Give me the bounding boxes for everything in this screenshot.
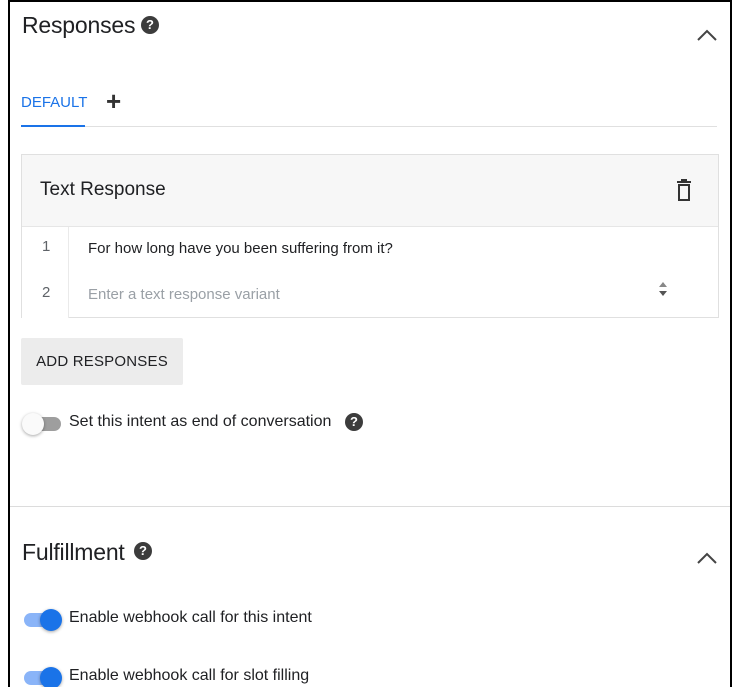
resize-stepper-icon[interactable] [658, 281, 668, 297]
chevron-up-icon[interactable] [696, 28, 718, 42]
text-response-title: Text Response [40, 179, 166, 200]
row-number: 1 [42, 238, 51, 255]
section-divider [10, 506, 730, 507]
chevron-up-icon[interactable] [696, 551, 718, 565]
help-circle-icon[interactable]: ? [134, 542, 152, 560]
help-circle-icon[interactable]: ? [345, 413, 363, 431]
response-variant-input[interactable]: Enter a text response variant [88, 286, 280, 303]
response-variant-text[interactable]: For how long have you been suffering fro… [88, 240, 393, 257]
webhook-intent-label: Enable webhook call for this intent [69, 609, 312, 626]
row-number: 2 [42, 284, 51, 301]
tab-default-underline [21, 125, 85, 127]
text-response-card: Text Response 1 For how long have you be… [21, 154, 719, 318]
tab-bar-divider [85, 126, 717, 127]
intent-editor-panel: Responses ? DEFAULT + Text Response 1 Fo… [8, 0, 732, 687]
trash-icon[interactable] [676, 179, 692, 201]
webhook-intent-toggle-knob[interactable] [40, 609, 62, 631]
responses-title: Responses [22, 12, 136, 38]
plus-icon[interactable]: + [106, 88, 121, 114]
end-conversation-toggle-knob[interactable] [22, 413, 44, 435]
tab-default[interactable]: DEFAULT [21, 94, 87, 111]
help-circle-icon[interactable]: ? [141, 16, 159, 34]
webhook-slot-label: Enable webhook call for slot filling [69, 667, 310, 684]
fulfillment-title: Fulfillment [22, 539, 125, 565]
add-responses-button[interactable]: ADD RESPONSES [21, 338, 183, 385]
webhook-slot-toggle-knob[interactable] [40, 667, 62, 687]
text-response-header: Text Response [22, 155, 718, 227]
end-conversation-label: Set this intent as end of conversation [69, 413, 332, 430]
